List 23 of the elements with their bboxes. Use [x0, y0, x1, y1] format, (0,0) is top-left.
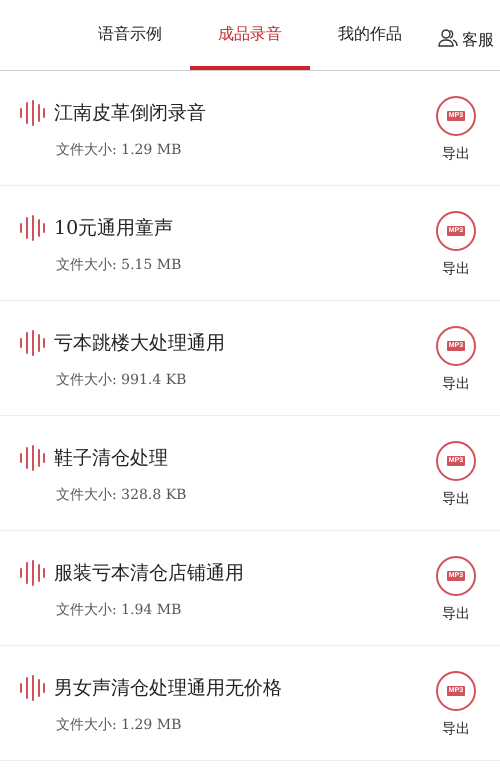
file-size: 文件大小: 1.29 MB — [55, 140, 182, 160]
recording-title: 亏本跳楼大处理通用 — [54, 331, 225, 356]
sound-wave-icon — [18, 444, 46, 472]
recording-title: 江南皮革倒闭录音 — [54, 101, 206, 126]
sound-wave-icon — [18, 559, 46, 588]
sound-wave-icon — [18, 329, 46, 358]
sound-wave-icon — [18, 214, 46, 242]
file-size: 文件大小: 328.8 KB — [55, 486, 188, 504]
customer-service-button[interactable]: 客服 — [430, 0, 494, 70]
recording-title: 男女声清仓处理通用无价格 — [54, 676, 282, 701]
sound-wave-icon — [18, 99, 46, 128]
tab[interactable]: 成品录音 — [190, 0, 310, 70]
tab[interactable]: 语音示例 — [70, 0, 190, 70]
tab[interactable]: 我的作品 — [310, 0, 430, 70]
file-size: 文件大小: 1.29 MB — [55, 716, 182, 734]
file-size: 文件大小: 1.94 MB — [55, 600, 182, 620]
recording-title: 10元通用童声 — [54, 216, 174, 241]
file-size: 文件大小: 5.15 MB — [55, 256, 182, 274]
recording-title: 鞋子清仓处理 — [54, 446, 168, 471]
people-icon — [438, 28, 458, 48]
recording-title: 服装亏本清仓店铺通用 — [54, 561, 244, 586]
file-size: 文件大小: 991.4 KB — [55, 370, 188, 390]
sound-wave-icon — [18, 674, 46, 702]
